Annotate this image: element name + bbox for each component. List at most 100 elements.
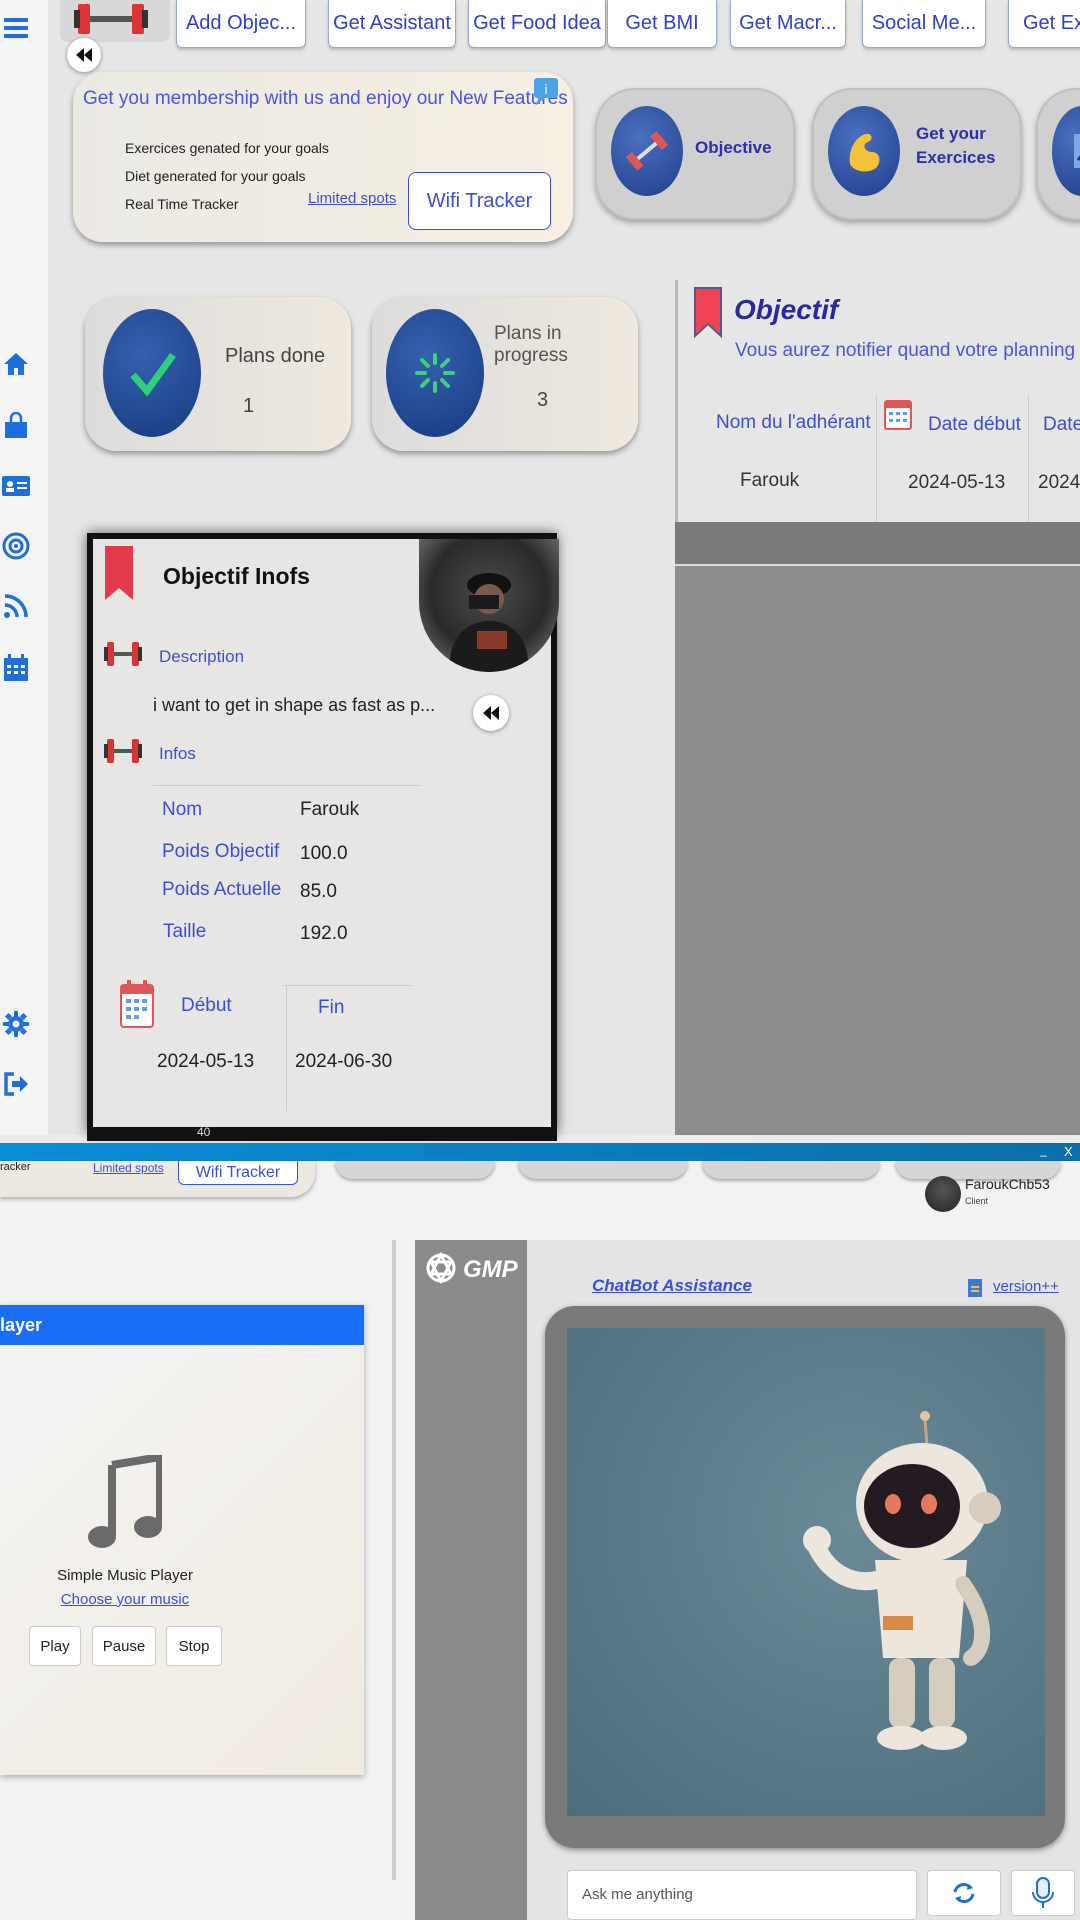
plans-progress-value: 3 [537, 389, 549, 411]
logout-icon[interactable] [0, 1068, 32, 1100]
play-button[interactable]: Play [29, 1626, 81, 1666]
rewind-icon [76, 48, 92, 62]
social-media-button[interactable]: Social Me... [862, 0, 986, 48]
exercises-label-line2: Exercices [916, 148, 996, 167]
avatar [925, 1176, 961, 1212]
infos-label: Infos [159, 744, 196, 763]
dumbbell-logo-icon [74, 4, 148, 34]
avatar [419, 539, 559, 672]
card-bottom-bar: 40 [87, 1125, 557, 1141]
feature-item: Exercices genated for your goals [125, 140, 329, 156]
choose-music-link[interactable]: Choose your music [0, 1591, 250, 1608]
chatbot-image-frame [545, 1306, 1065, 1848]
shopping-bag-icon[interactable] [0, 410, 32, 442]
objective-label: Objective [695, 138, 772, 157]
objectif-panel: Objectif Vous aurez notifier quand votre… [675, 280, 1080, 1135]
exercises-label: Get your Exercices [916, 122, 995, 170]
bookmark-icon [694, 287, 722, 338]
objective-pill[interactable]: Objective [595, 88, 795, 220]
divider [283, 985, 411, 986]
row-cell-date-debut: 2024-05-13 [908, 472, 1006, 493]
background-pill [518, 1161, 688, 1179]
close-button[interactable]: X [1064, 1144, 1073, 1159]
get-bmi-button[interactable]: Get BMI [607, 0, 717, 48]
rss-feed-icon[interactable] [0, 590, 32, 622]
get-macros-button[interactable]: Get Macr... [730, 0, 846, 48]
divider [286, 985, 287, 1111]
field-value-poids-actuelle: 85.0 [300, 881, 337, 902]
rewind-button[interactable] [473, 695, 509, 731]
background-promo-strip: racker Limited spots Wifi Tracker [0, 1161, 315, 1197]
get-assistant-button[interactable]: Get Assistant [328, 0, 456, 48]
exercises-label-line1: Get your [916, 124, 986, 143]
background-pill [335, 1161, 495, 1179]
user-role: Client [965, 1196, 989, 1206]
refresh-icon [953, 1883, 975, 1903]
feature-item: Real Time Tracker [125, 196, 239, 212]
calendar-icon[interactable] [0, 652, 32, 684]
get-exercises-button[interactable]: Get Exe [1008, 0, 1080, 48]
add-objective-button[interactable]: Add Objec... [176, 0, 306, 48]
svg-text:i: i [544, 81, 547, 97]
field-label-poids-objectif: Poids Objectif [162, 841, 280, 862]
brand-name: GMP [463, 1256, 518, 1283]
robot-mascot-icon [803, 1411, 1001, 1750]
fin-label: Fin [318, 997, 345, 1018]
user-name: FaroukChb53 [965, 1176, 1050, 1192]
menu-icon[interactable] [0, 12, 32, 44]
settings-gear-icon[interactable] [0, 1008, 32, 1040]
col-header-name: Nom du l'adhérant [716, 412, 871, 433]
debut-label: Début [181, 995, 232, 1016]
row-cell-name: Farouk [740, 470, 800, 491]
id-card-icon[interactable] [0, 470, 32, 502]
plans-progress-card: Plans in progress 3 [372, 297, 638, 451]
wifi-tracker-button[interactable]: Wifi Tracker [178, 1161, 298, 1185]
calendar-small-icon [884, 400, 912, 430]
get-food-idea-button[interactable]: Get Food Idea [468, 0, 606, 48]
get-exercises-pill[interactable]: Get your Exercices [812, 88, 1022, 220]
minimize-button[interactable]: _ [1040, 1143, 1047, 1157]
objectif-info-card: Objectif Inofs Description i want to get… [87, 533, 559, 1141]
music-player: layer Simple Music Player Choose your mu… [0, 1305, 364, 1775]
document-icon [968, 1279, 982, 1297]
objectif-title: Objectif [734, 294, 839, 325]
bookmark-icon [105, 546, 133, 600]
window-titlebar: _ X [0, 1143, 1080, 1161]
sidebar [0, 0, 48, 1135]
microphone-button[interactable] [1011, 1870, 1075, 1916]
chart-icon [1052, 106, 1080, 196]
pause-button[interactable]: Pause [92, 1626, 156, 1666]
check-circle-icon [103, 309, 201, 437]
dumbbell-circle-icon [611, 106, 683, 196]
chat-input[interactable]: Ask me anything [567, 1870, 917, 1920]
description-label: Description [159, 647, 245, 666]
chatbot-title: ChatBot Assistance [592, 1276, 752, 1295]
home-icon[interactable] [0, 348, 32, 380]
divider [153, 785, 421, 786]
footer-number: 40 [197, 1125, 211, 1139]
col-divider [876, 396, 877, 522]
limited-spots-link[interactable]: Limited spots [93, 1161, 164, 1175]
membership-promo: Get you membership with us and enjoy our… [73, 72, 573, 242]
collapse-toggle[interactable] [67, 38, 101, 72]
debut-value: 2024-05-13 [157, 1051, 255, 1072]
promo-title: Get you membership with us and enjoy our… [83, 88, 568, 109]
target-icon[interactable] [0, 530, 32, 562]
objectif-header: Objectif Vous aurez notifier quand votre… [675, 280, 1080, 522]
openai-logo-icon [426, 1251, 456, 1285]
version-link[interactable]: version++ [993, 1278, 1059, 1295]
stop-button[interactable]: Stop [166, 1626, 222, 1666]
limited-spots-link[interactable]: Limited spots [308, 190, 396, 207]
user-badge[interactable]: FaroukChb53 Client [925, 1174, 1075, 1214]
logo-tile [60, 0, 170, 42]
col-header-date-fin: Date [1043, 414, 1080, 435]
plans-done-value: 1 [243, 395, 255, 417]
wifi-tracker-button[interactable]: Wifi Tracker [408, 172, 551, 230]
chart-pill[interactable] [1036, 88, 1080, 220]
field-label-taille: Taille [163, 921, 207, 942]
field-value-poids-objectif: 100.0 [300, 843, 348, 864]
fin-value: 2024-06-30 [295, 1051, 393, 1072]
refresh-button[interactable] [927, 1870, 1001, 1916]
music-note-icon [88, 1455, 162, 1548]
description-text: i want to get in shape as fast as p... [153, 695, 436, 715]
